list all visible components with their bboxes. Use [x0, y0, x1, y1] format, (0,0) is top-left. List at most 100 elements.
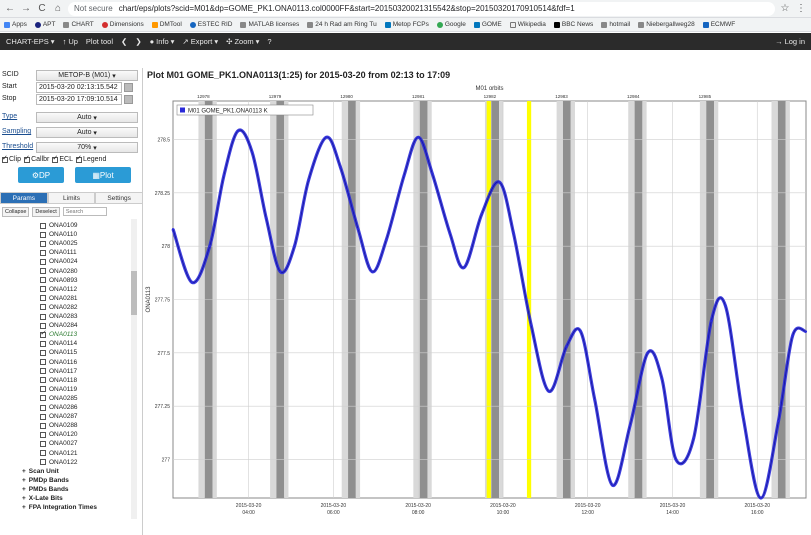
next-button[interactable]: ❯ — [135, 37, 141, 46]
param-checkbox[interactable] — [40, 340, 46, 347]
bookmark-apt[interactable]: APT — [34, 21, 55, 28]
sampling-select[interactable]: Auto ▾ — [36, 127, 138, 138]
sampling-label[interactable]: Sampling — [2, 128, 31, 135]
tree-item-ona0025[interactable]: ONA0025 — [40, 239, 78, 248]
param-checkbox[interactable] — [40, 359, 46, 365]
bookmark-apps[interactable]: Apps — [4, 21, 27, 28]
param-checkbox[interactable] — [40, 295, 46, 302]
tree-item-ona0281[interactable]: ONA0281 — [40, 294, 78, 303]
tree-item-ona0111[interactable]: ONA0111 — [40, 248, 77, 257]
param-checkbox[interactable] — [40, 277, 46, 284]
plot-button[interactable]: ▦ Plot — [75, 167, 131, 183]
param-checkbox[interactable] — [40, 413, 46, 420]
tree-item-ona0288[interactable]: ONA0288 — [40, 421, 78, 430]
tree-item-ona0121[interactable]: ONA0121 — [40, 449, 78, 458]
param-checkbox[interactable] — [40, 377, 46, 384]
expand-icon[interactable]: + — [22, 468, 26, 475]
bookmark-gome[interactable]: GOME — [473, 21, 502, 28]
stop-input[interactable]: 2015-03-20 17:09:10.514 — [36, 94, 122, 105]
tree-item-ona0115[interactable]: ONA0115 — [40, 348, 77, 357]
bookmark-chart[interactable]: CHART — [63, 21, 94, 28]
expand-icon[interactable]: + — [22, 504, 26, 511]
menu-icon[interactable]: ⋮ — [795, 3, 807, 15]
tree-item-ona0282[interactable]: ONA0282 — [40, 303, 78, 312]
forward-icon[interactable]: → — [20, 3, 32, 15]
param-checkbox[interactable] — [40, 395, 46, 402]
tree-group[interactable]: + PMDs Bands — [22, 485, 69, 494]
app-menu[interactable]: CHART-EPS ▾ — [6, 37, 55, 46]
expand-icon[interactable]: + — [22, 486, 26, 493]
tree-item-ona0122[interactable]: ONA0122 — [40, 458, 78, 467]
tree-item-ona0283[interactable]: ONA0283 — [40, 312, 78, 321]
dp-button[interactable]: ⚙ DP — [18, 167, 64, 183]
bookmark-ecmwf[interactable]: ECMWF — [702, 21, 735, 28]
scroll-thumb[interactable] — [131, 271, 137, 315]
tab-limits[interactable]: Limits — [47, 192, 96, 204]
tree-item-ona0109[interactable]: ONA0109 — [40, 221, 78, 230]
help-button[interactable]: ? — [267, 37, 271, 46]
tree-item-ona0286[interactable]: ONA0286 — [40, 403, 78, 412]
param-checkbox[interactable] — [40, 258, 46, 265]
tree-item-ona0112[interactable]: ONA0112 — [40, 285, 77, 294]
threshold-select[interactable]: 70% ▾ — [36, 142, 138, 153]
chart[interactable]: 277 277.25 277.5 277.75 278 278.25 278.5 2015-0… — [143, 83, 811, 535]
tree-group[interactable]: + FPA Integration Times — [22, 503, 97, 512]
tree-item-ona0113[interactable]: ONA0113 — [40, 329, 77, 339]
tree-item-ona0117[interactable]: ONA0117 — [40, 367, 77, 376]
param-checkbox[interactable] — [40, 440, 46, 447]
bookmark-wikipedia[interactable]: Wikipedia — [509, 21, 546, 28]
info-button[interactable]: ● Info ▾ — [150, 37, 175, 46]
export-button[interactable]: ↗ Export ▾ — [182, 37, 218, 46]
tree-item-ona0114[interactable]: ONA0114 — [40, 339, 77, 348]
bookmark-estec[interactable]: ESTEC RID — [189, 21, 232, 28]
callbr-checkbox[interactable]: Callbr — [24, 154, 49, 163]
param-checkbox[interactable] — [40, 349, 46, 356]
param-checkbox[interactable] — [40, 368, 46, 375]
tab-settings[interactable]: Settings — [95, 192, 144, 204]
bookmark-matlab[interactable]: MATLAB licenses — [240, 21, 299, 28]
clip-checkbox[interactable]: Clip — [2, 154, 21, 163]
param-checkbox[interactable] — [40, 329, 46, 338]
tree-item-ona0285[interactable]: ONA0285 — [40, 394, 78, 403]
param-checkbox[interactable] — [40, 313, 46, 320]
param-checkbox[interactable] — [40, 268, 46, 274]
type-select[interactable]: Auto ▾ — [36, 112, 138, 123]
param-checkbox[interactable] — [40, 249, 46, 256]
bookmark-dmtool[interactable]: DMTool — [151, 21, 182, 28]
tab-params[interactable]: Params — [0, 192, 48, 204]
bookmark-dimensions[interactable]: Dimensions — [101, 21, 144, 28]
tree-scrollbar[interactable] — [131, 219, 137, 519]
type-label[interactable]: Type — [2, 113, 17, 120]
param-checkbox[interactable] — [40, 450, 46, 456]
param-checkbox[interactable] — [40, 222, 46, 229]
reload-icon[interactable]: C — [36, 3, 48, 15]
start-input[interactable]: 2015-03-20 02:13:15.542 — [36, 82, 122, 93]
expand-icon[interactable]: + — [22, 495, 26, 502]
tree-item-ona0118[interactable]: ONA0118 — [40, 376, 77, 385]
tree-item-ona0024[interactable]: ONA0024 — [40, 257, 78, 266]
tree-group[interactable]: + X-Late Bits — [22, 494, 63, 503]
expand-icon[interactable]: + — [22, 477, 26, 484]
legend-checkbox[interactable]: Legend — [75, 154, 106, 163]
bookmark-niebergall[interactable]: Niebergallweg28 — [638, 21, 695, 28]
param-checkbox[interactable] — [40, 422, 46, 429]
tree-group[interactable]: + PMDp Bands — [22, 476, 69, 485]
up-button[interactable]: ↑ Up — [63, 37, 78, 46]
param-checkbox[interactable] — [40, 240, 46, 247]
calendar-icon[interactable] — [124, 83, 133, 92]
prev-button[interactable]: ❮ — [121, 37, 127, 46]
param-checkbox[interactable] — [40, 431, 46, 438]
param-checkbox[interactable] — [40, 322, 46, 329]
param-checkbox[interactable] — [40, 386, 46, 393]
scid-select[interactable]: METOP-B (M01) ▾ — [36, 70, 138, 81]
ecl-checkbox[interactable]: ECL — [52, 154, 73, 163]
tree-group[interactable]: + Scan Unit — [22, 467, 59, 476]
tree-item-ona0027[interactable]: ONA0027 — [40, 439, 78, 448]
tree-item-ona0287[interactable]: ONA0287 — [40, 412, 78, 421]
param-checkbox[interactable] — [40, 404, 46, 411]
tree-search-input[interactable] — [62, 207, 107, 216]
tree-item-ona0119[interactable]: ONA0119 — [40, 385, 77, 394]
deselect-button[interactable]: Deselect — [32, 207, 60, 217]
bookmark-google[interactable]: Google — [436, 21, 466, 28]
tree-item-ona0116[interactable]: ONA0116 — [40, 358, 77, 367]
